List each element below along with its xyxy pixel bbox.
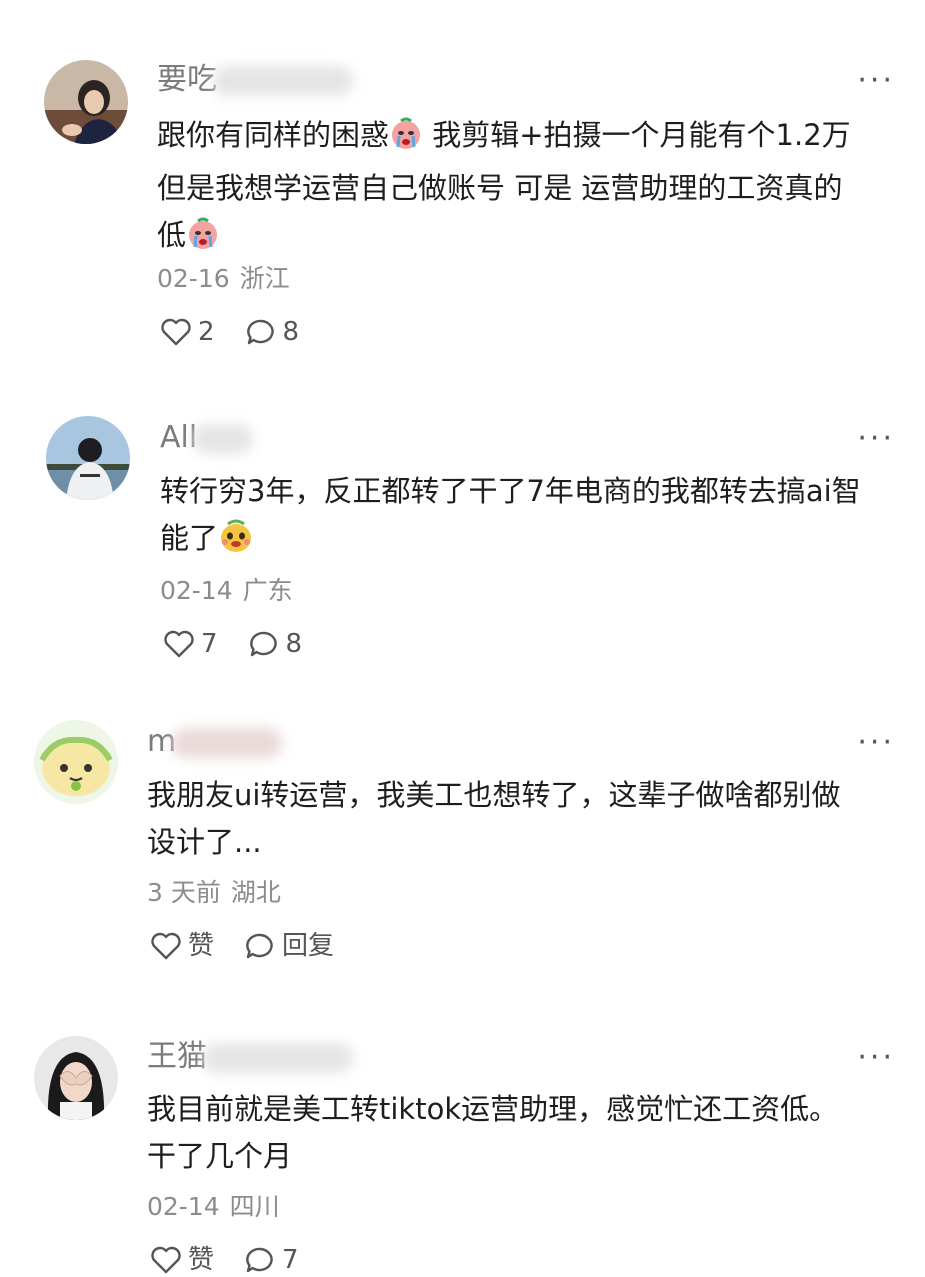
crying-emoji — [186, 217, 220, 265]
comment-location: 广东 — [242, 576, 293, 605]
comment-text: 跟你有同样的困惑 我剪辑+拍摄一个月能有个1.2万 但是我想学运营自己做账号 可… — [157, 112, 917, 265]
comment-location: 四川 — [229, 1192, 280, 1221]
comment-date: 02-14 — [160, 576, 233, 605]
comment-text: 转行穷3年，反正都转了干了7年电商的我都转去搞ai智 能了 — [160, 468, 920, 568]
heart-icon — [151, 1246, 181, 1274]
comment-location: 浙江 — [239, 264, 290, 293]
avatar[interactable] — [46, 416, 130, 500]
comment-meta: 3 天前 湖北 — [147, 876, 281, 910]
avatar[interactable] — [44, 60, 128, 144]
comment-actions: 赞 回复 — [150, 929, 364, 963]
comment-meta: 02-14 广东 — [160, 574, 293, 608]
comment-actions: 7 8 — [163, 627, 332, 661]
username[interactable]: m — [147, 722, 283, 762]
crying-emoji — [389, 117, 423, 165]
like-button[interactable]: 7 — [163, 627, 218, 661]
reply-button[interactable]: 8 — [245, 315, 299, 349]
comment-actions: 赞 7 — [150, 1243, 329, 1277]
comment-meta: 02-14 四川 — [147, 1190, 280, 1224]
heart-icon — [151, 932, 181, 960]
more-icon[interactable]: ··· — [857, 1043, 895, 1073]
avatar[interactable] — [34, 1036, 118, 1120]
heart-icon — [164, 630, 194, 658]
like-button[interactable]: 2 — [160, 315, 215, 349]
like-button[interactable]: 赞 — [150, 1243, 214, 1277]
comment-date: 02-14 — [147, 1192, 220, 1221]
comment-icon — [246, 933, 273, 959]
comment-icon — [249, 631, 277, 657]
more-icon[interactable]: ··· — [857, 66, 895, 96]
username[interactable]: 要吃 — [157, 60, 353, 100]
comment-text: 我目前就是美工转tiktok运营助理，感觉忙还工资低。 干了几个月 — [147, 1092, 839, 1173]
username[interactable]: All — [160, 418, 254, 458]
username[interactable]: 王猫 — [147, 1037, 353, 1077]
comment-text: 我朋友ui转运营，我美工也想转了，这辈子做啥都别做 设计了... — [147, 778, 841, 859]
comment-icon — [246, 1247, 273, 1273]
reply-button[interactable]: 8 — [248, 627, 302, 661]
more-icon[interactable]: ··· — [857, 728, 895, 758]
reply-button[interactable]: 7 — [244, 1243, 299, 1277]
avatar[interactable] — [34, 720, 118, 804]
comment-date: 3 天前 — [147, 878, 221, 907]
heart-icon — [161, 318, 191, 346]
smirk-emoji — [218, 518, 254, 568]
comment-actions: 2 8 — [160, 315, 329, 349]
more-icon[interactable]: ··· — [857, 424, 895, 454]
comment-meta: 02-16 浙江 — [157, 262, 290, 296]
reply-button[interactable]: 回复 — [244, 929, 334, 963]
comment-date: 02-16 — [157, 264, 230, 293]
comment-location: 湖北 — [230, 878, 281, 907]
comment-icon — [246, 319, 274, 345]
like-button[interactable]: 赞 — [150, 929, 214, 963]
